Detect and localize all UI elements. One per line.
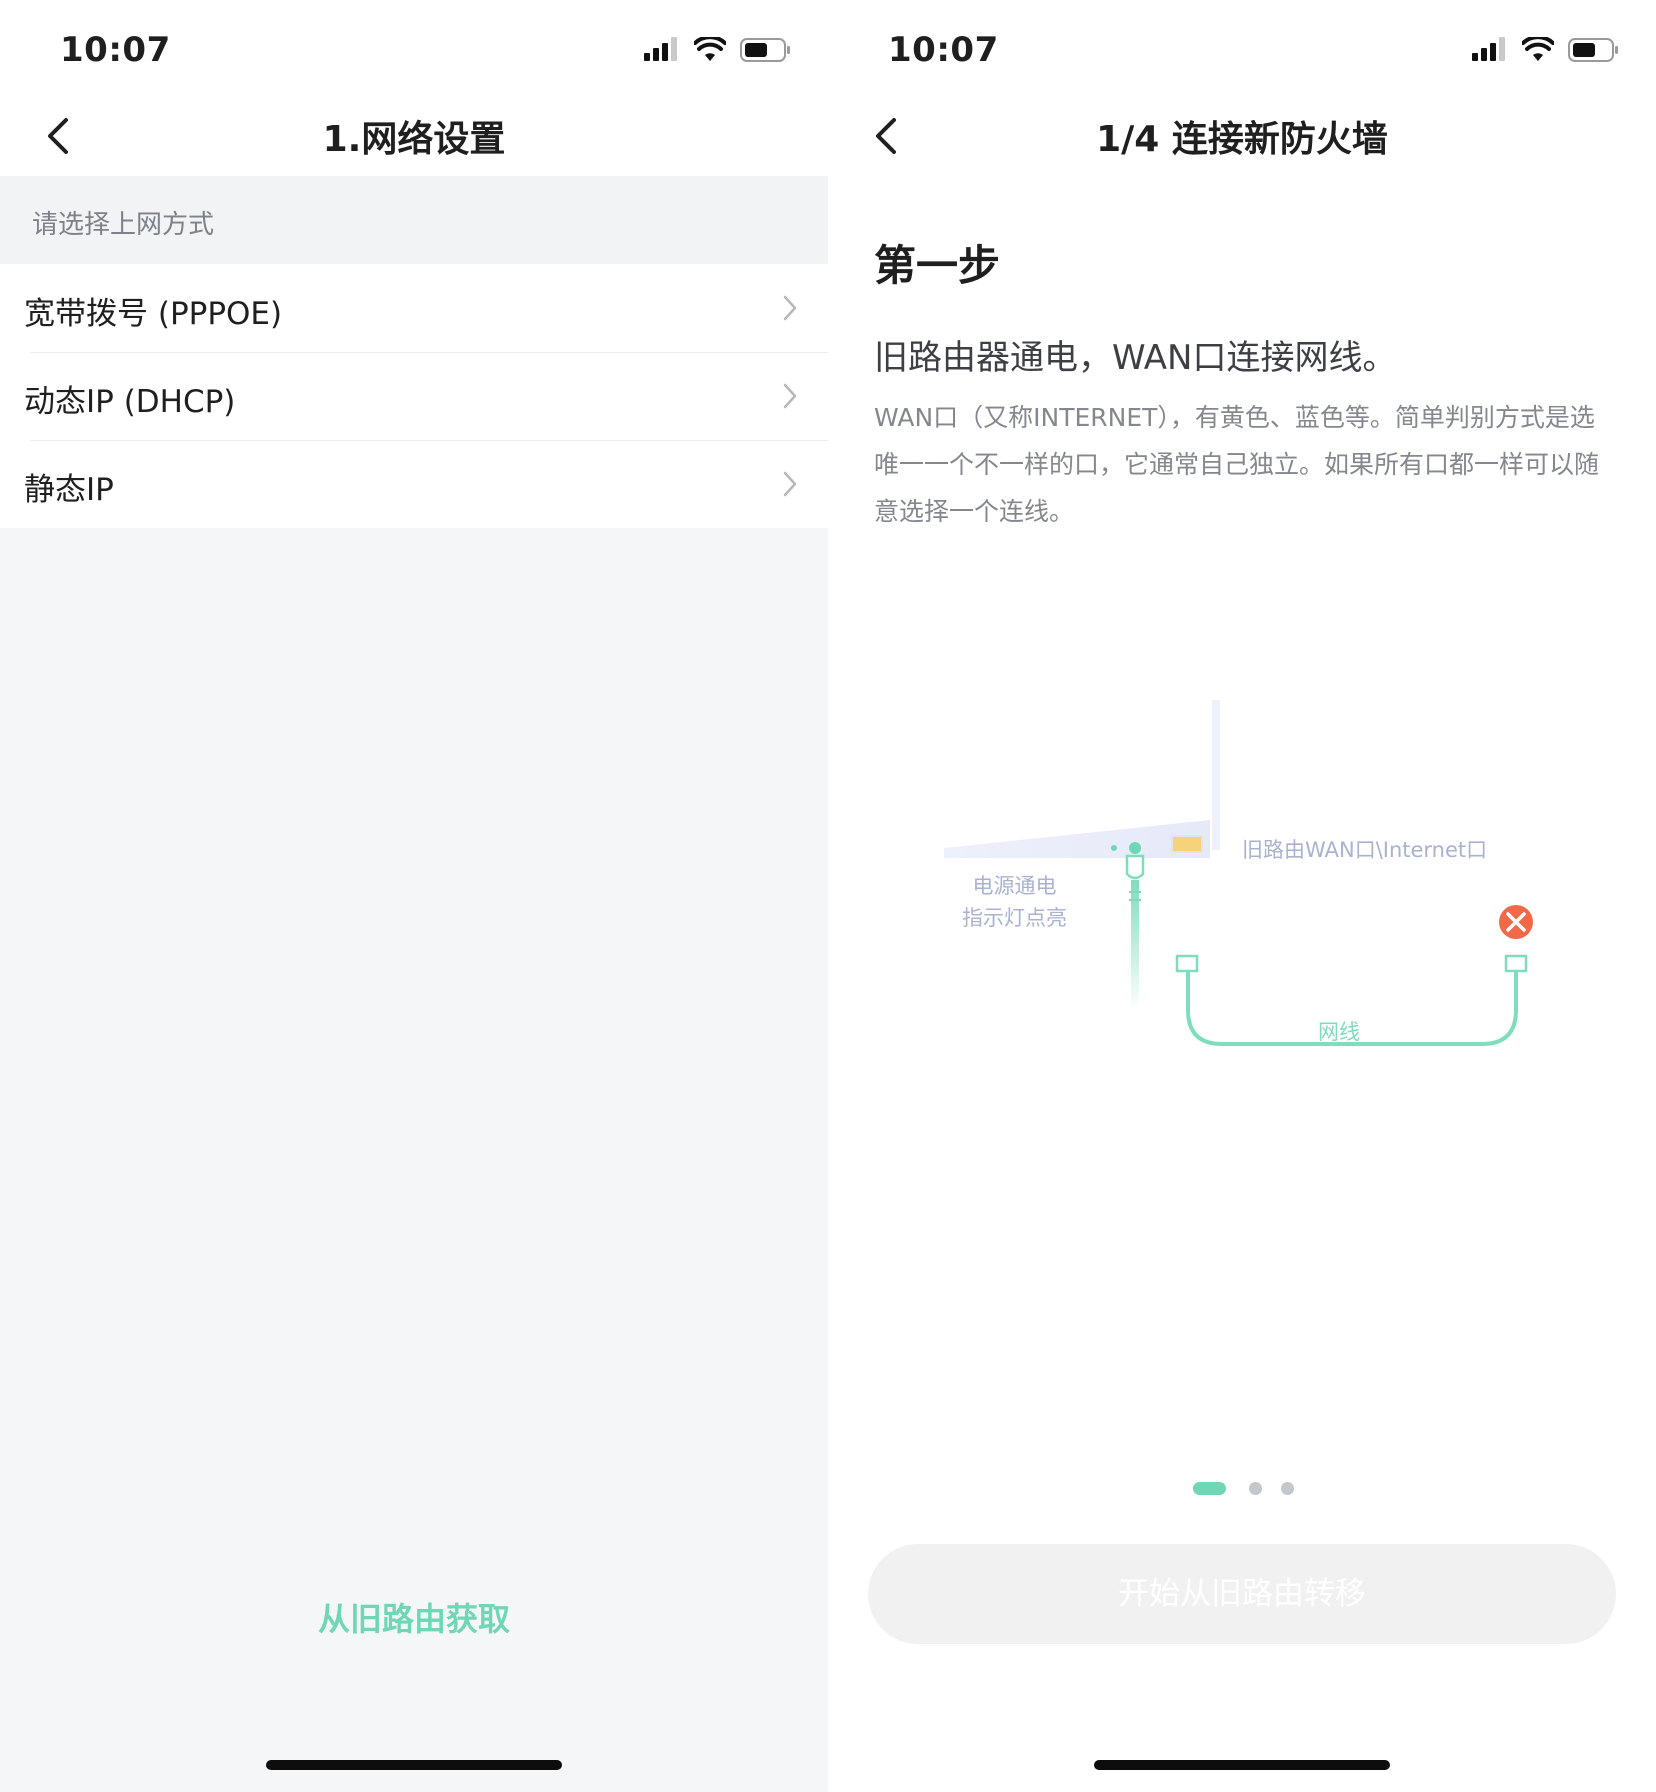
- list-item-pppoe[interactable]: 宽带拨号 (PPPOE): [0, 264, 828, 352]
- home-indicator: [1094, 1760, 1390, 1770]
- nav-bar: 1.网络设置: [0, 96, 828, 176]
- step-subtitle: 旧路由器通电，WAN口连接网线。: [874, 338, 1397, 378]
- wan-port-label: 旧路由WAN口\Internet口: [1242, 838, 1488, 862]
- page-indicator: [828, 1482, 1656, 1496]
- network-settings-screen: 10:07 1.网络设置 请选择上网方式 宽带拨号 (PPPOE) 动态IP (…: [0, 0, 828, 1792]
- status-bar: 10:07: [828, 0, 1656, 96]
- connection-method-list: 宽带拨号 (PPPOE) 动态IP (DHCP) 静态IP: [0, 264, 828, 528]
- wan-port: [1171, 835, 1203, 853]
- chevron-right-icon: [783, 471, 797, 497]
- page-dot-active: [1193, 1482, 1226, 1495]
- cable-label: 网线: [1318, 1020, 1360, 1044]
- start-transfer-button[interactable]: 开始从旧路由转移: [868, 1544, 1616, 1644]
- router-body: [944, 820, 1210, 858]
- cable-plug-right: [1504, 954, 1528, 973]
- page-title: 1/4 连接新防火墙: [1096, 119, 1388, 160]
- list-item-static-ip[interactable]: 静态IP: [0, 440, 828, 528]
- section-label: 请选择上网方式: [32, 210, 215, 240]
- power-led: [1111, 845, 1117, 851]
- status-time: 10:07: [60, 30, 171, 70]
- step-description: WAN口（又称INTERNET），有黄色、蓝色等。简单判别方式是选唯一一个不一样…: [874, 403, 1600, 526]
- router-antenna: [1212, 700, 1220, 850]
- list-item-label: 宽带拨号 (PPPOE): [24, 296, 283, 332]
- status-time: 10:07: [888, 30, 999, 70]
- status-bar: 10:07: [0, 0, 828, 96]
- power-label: 电源通电 指示灯点亮: [962, 874, 1067, 930]
- list-item-label: 动态IP (DHCP): [24, 384, 236, 420]
- cellular-signal-icon: [644, 37, 677, 61]
- cellular-signal-icon: [1472, 37, 1505, 61]
- nav-bar: 1/4 连接新防火墙: [828, 96, 1656, 176]
- cable-plug-left: [1175, 954, 1199, 973]
- page-dot: [1281, 1482, 1294, 1495]
- page-title: 1.网络设置: [322, 119, 506, 160]
- chevron-right-icon: [783, 295, 797, 321]
- close-circle-icon: [1499, 905, 1533, 939]
- get-from-old-router-link[interactable]: 从旧路由获取: [0, 1594, 828, 1640]
- section-header: 请选择上网方式: [0, 176, 828, 264]
- illustration-graphic: [944, 700, 1533, 1046]
- home-indicator: [266, 1760, 562, 1770]
- list-item-dhcp[interactable]: 动态IP (DHCP): [0, 352, 828, 440]
- power-plug: [1125, 854, 1145, 880]
- chevron-right-icon: [783, 383, 797, 409]
- connect-firewall-screen: 10:07 1/4 连接新防火墙 第一步 旧路由器通电，WAN口连接网线。 WA…: [828, 0, 1656, 1792]
- wifi-icon: [1522, 37, 1554, 61]
- router-connection-illustration: 电源通电 指示灯点亮 旧路由WAN口\Internet口 网线: [828, 680, 1656, 1100]
- wifi-icon: [694, 37, 726, 61]
- battery-icon: [740, 38, 790, 62]
- list-item-label: 静态IP: [24, 472, 114, 508]
- page-dot: [1249, 1482, 1262, 1495]
- step-title: 第一步: [874, 241, 1001, 290]
- battery-icon: [1568, 38, 1618, 62]
